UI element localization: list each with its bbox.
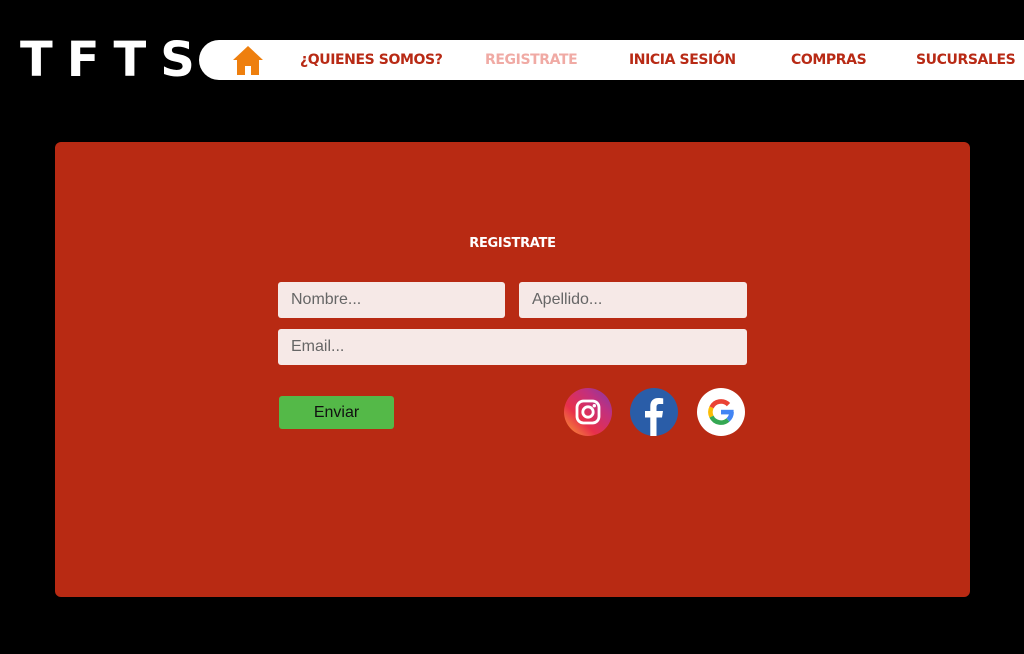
email-input[interactable] bbox=[278, 329, 747, 365]
google-icon[interactable] bbox=[697, 388, 745, 436]
facebook-icon[interactable] bbox=[630, 388, 678, 436]
nav-inicia-sesion[interactable]: INICIA SESIÓN bbox=[629, 40, 736, 80]
nav-registrate[interactable]: REGISTRATE bbox=[485, 40, 578, 80]
form-title: REGISTRATE bbox=[469, 236, 556, 251]
brand-logo[interactable]: TFTS bbox=[20, 36, 209, 84]
nav-compras[interactable]: COMPRAS bbox=[791, 40, 867, 80]
register-panel: REGISTRATE Enviar bbox=[55, 142, 970, 597]
enviar-button[interactable]: Enviar bbox=[279, 396, 394, 429]
home-icon[interactable] bbox=[230, 42, 266, 78]
top-nav: ¿QUIENES SOMOS? REGISTRATE INICIA SESIÓN… bbox=[199, 40, 1024, 80]
apellido-input[interactable] bbox=[519, 282, 747, 318]
nav-quienes-somos[interactable]: ¿QUIENES SOMOS? bbox=[300, 40, 443, 80]
nombre-input[interactable] bbox=[278, 282, 505, 318]
instagram-icon[interactable] bbox=[564, 388, 612, 436]
nav-sucursales[interactable]: SUCURSALES bbox=[916, 40, 1016, 80]
